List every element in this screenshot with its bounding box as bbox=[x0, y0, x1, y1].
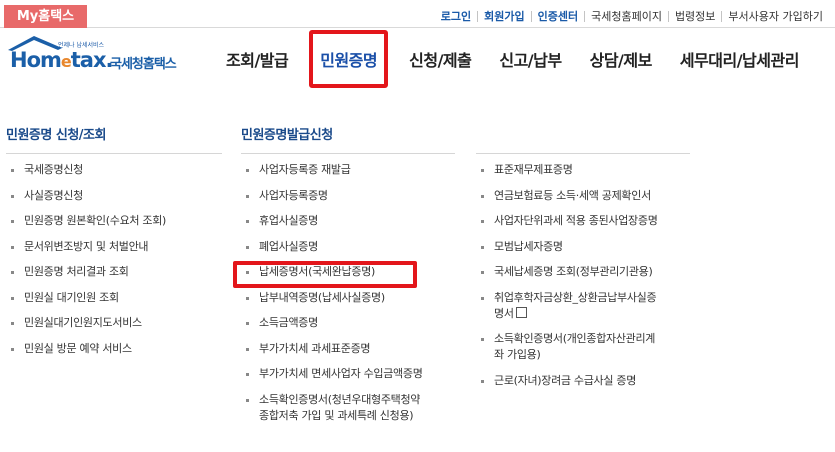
menu-item[interactable]: 부가가치세 과세표준증명 bbox=[241, 341, 455, 357]
menu-item[interactable]: 민원실 대기인원 조회 bbox=[6, 290, 222, 306]
highlight-box bbox=[233, 261, 417, 288]
menu-item[interactable]: 부가가치세 면세사업자 수입금액증명 bbox=[241, 366, 455, 382]
menu-item[interactable]: 폐업사실증명 bbox=[241, 239, 455, 255]
law-info-link[interactable]: 법령정보 bbox=[669, 8, 721, 24]
dept-user-signup-link[interactable]: 부서사용자 가입하기 bbox=[722, 8, 829, 24]
column-civil-apply: 민원증명 신청/조회 국세증명신청 사실증명신청 민원증명 원본확인(수요처 조… bbox=[6, 124, 222, 366]
menu-item[interactable]: 소득금액증명 bbox=[241, 315, 455, 331]
menu-item[interactable]: 근로(자녀)장려금 수급사실 증명 bbox=[476, 373, 690, 389]
nav-civil-certificate[interactable]: 민원증명 bbox=[309, 30, 389, 88]
menu-item[interactable]: 민원증명 원본확인(수요처 조회) bbox=[6, 213, 222, 229]
nav-apply-submit[interactable]: 신청/제출 bbox=[395, 47, 485, 71]
main-nav: 조회/발급 민원증명 신청/제출 신고/납부 상담/제보 세무대리/납세관리 bbox=[212, 30, 813, 88]
menu-item[interactable]: 휴업사실증명 bbox=[241, 213, 455, 229]
login-link[interactable]: 로그인 bbox=[435, 8, 477, 24]
menu-item[interactable]: 모범납세자증명 bbox=[476, 239, 690, 255]
nav-inquiry-issue[interactable]: 조회/발급 bbox=[212, 47, 302, 71]
nav-report-pay[interactable]: 신고/납부 bbox=[485, 47, 575, 71]
cert-center-link[interactable]: 인증센터 bbox=[532, 8, 584, 24]
menu-item[interactable]: 취업후학자금상환_상환금납부사실증 명서 bbox=[476, 290, 690, 322]
menu-item[interactable]: 납부내역증명(납세사실증명) bbox=[241, 290, 455, 306]
column-heading: 민원증명 신청/조회 bbox=[6, 124, 222, 154]
utility-links: 로그인 회원가입 인증센터 국세청홈페이지 법령정보 부서사용자 가입하기 bbox=[435, 8, 829, 24]
logo-wordmark: Hometax. bbox=[10, 48, 113, 72]
nav-consult-report[interactable]: 상담/제보 bbox=[576, 47, 666, 71]
menu-item[interactable]: 표준재무제표증명 bbox=[476, 162, 690, 178]
menu-item[interactable]: 소득확인증명서(청년우대형주택청약 종합저축 가입 및 과세특례 신청용) bbox=[241, 392, 455, 424]
column-civil-issue-more: 표준재무제표증명 연금보험료등 소득·세액 공제확인서 사업자단위과세 적용 종… bbox=[476, 124, 690, 398]
external-link-icon bbox=[515, 306, 527, 318]
top-utility-bar: My홈택스 로그인 회원가입 인증센터 국세청홈페이지 법령정보 부서사용자 가… bbox=[0, 0, 835, 28]
column-heading: 민원증명발급신청 bbox=[241, 124, 455, 154]
menu-item[interactable]: 소득확인증명서(개인종합자산관리계 좌 가입용) bbox=[476, 331, 690, 363]
menu-item[interactable]: 민원실 방문 예약 서비스 bbox=[6, 341, 222, 357]
menu-item[interactable]: 민원증명 처리결과 조회 bbox=[6, 264, 222, 280]
menu-item[interactable]: 사업자단위과세 적용 종된사업장증명 bbox=[476, 213, 690, 229]
nts-homepage-link[interactable]: 국세청홈페이지 bbox=[585, 8, 668, 24]
menu-item[interactable]: 국세증명신청 bbox=[6, 162, 222, 178]
menu-item[interactable]: 사실증명신청 bbox=[6, 188, 222, 204]
signup-link[interactable]: 회원가입 bbox=[478, 8, 530, 24]
hometax-logo[interactable]: 언제나 납세서비스 Hometax. 국세청홈택스 bbox=[6, 34, 196, 74]
column-heading-blank bbox=[476, 124, 690, 154]
menu-item[interactable]: 문서위변조방지 및 처벌안내 bbox=[6, 239, 222, 255]
logo-korean-name: 국세청홈택스 bbox=[110, 57, 177, 72]
menu-item[interactable]: 국세납세증명 조회(정부관리기관용) bbox=[476, 264, 690, 280]
menu-item[interactable]: 민원실대기인원지도서비스 bbox=[6, 315, 222, 331]
my-hometax-tab[interactable]: My홈택스 bbox=[4, 5, 87, 28]
menu-item[interactable]: 사업자등록증명 bbox=[241, 188, 455, 204]
nav-tax-agent[interactable]: 세무대리/납세관리 bbox=[666, 47, 813, 71]
menu-item[interactable]: 연금보험료등 소득·세액 공제확인서 bbox=[476, 188, 690, 204]
menu-item[interactable]: 사업자등록증 재발급 bbox=[241, 162, 455, 178]
